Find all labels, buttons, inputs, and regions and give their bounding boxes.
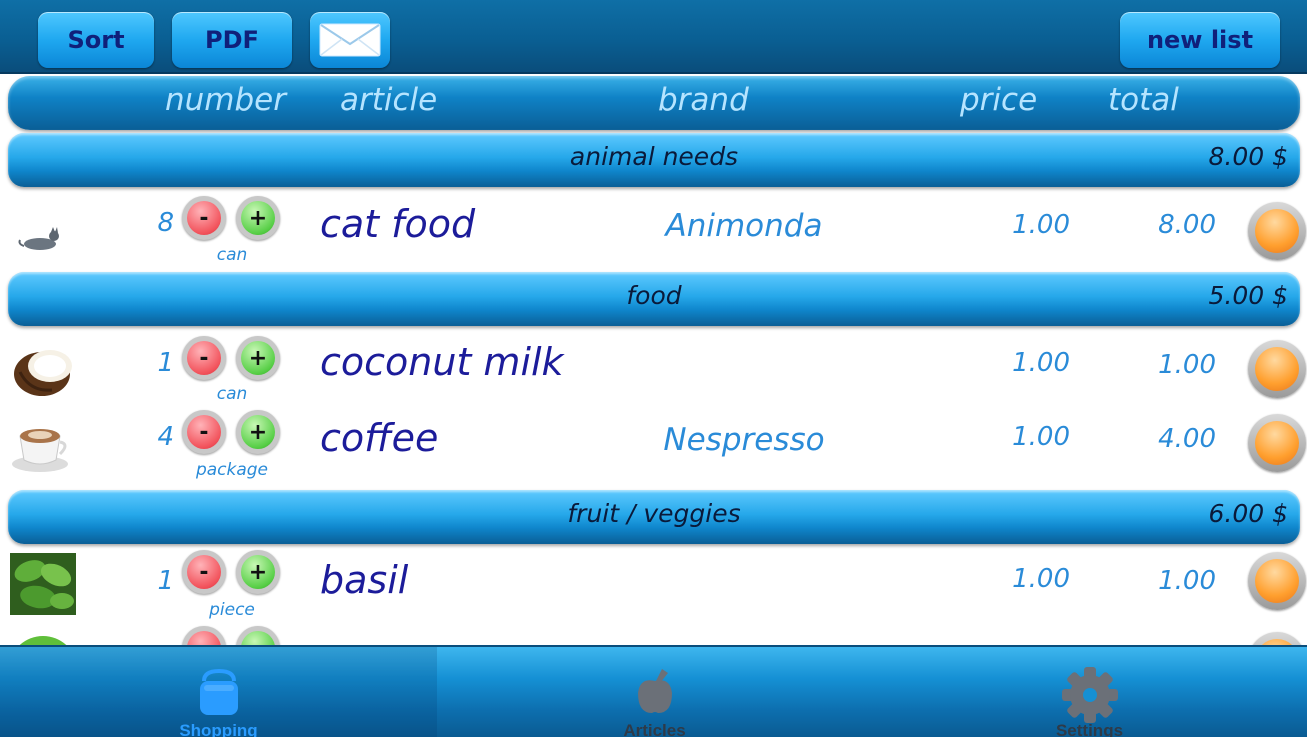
item-unit: package [195, 460, 269, 480]
tab-settings[interactable]: Settings [872, 647, 1307, 737]
item-price: 1.00 [1012, 348, 1070, 378]
tab-label: Articles [623, 721, 686, 737]
minus-icon: - [187, 201, 221, 235]
category-total: 6.00 $ [1208, 499, 1288, 528]
check-off-button[interactable] [1248, 632, 1306, 645]
plus-icon: + [241, 201, 275, 235]
item-total: 1.00 [1158, 566, 1216, 596]
category-header[interactable]: animal needs 8.00 $ [8, 133, 1300, 187]
list-item[interactable]: 1 - + piece basil 1.00 1.00 [0, 548, 1307, 626]
new-list-button[interactable]: new list [1120, 12, 1280, 68]
column-header: number article brand price total [8, 76, 1300, 130]
tab-label: Settings [1055, 721, 1124, 737]
item-article: cat food [320, 202, 476, 246]
plus-icon: + [241, 555, 275, 589]
minus-icon: - [187, 555, 221, 589]
item-article: basil [320, 558, 409, 602]
tab-label: Shopping [179, 721, 258, 737]
item-brand: Animonda [665, 208, 823, 244]
category-name: animal needs [569, 142, 739, 171]
shopping-bag-icon [199, 668, 238, 715]
item-total: 4.00 [1158, 424, 1216, 454]
item-price: 1.00 [1012, 422, 1070, 452]
cat-icon [18, 227, 59, 250]
category-header[interactable]: food 5.00 $ [8, 272, 1300, 326]
minus-icon: - [187, 341, 221, 375]
decrease-button[interactable]: - [182, 410, 226, 454]
tab-bar: Shopping Articles Settings [0, 645, 1307, 737]
list-item[interactable] [0, 624, 1307, 645]
increase-button[interactable]: + [236, 410, 280, 454]
increase-button[interactable]: + [236, 550, 280, 594]
column-total: total [1108, 82, 1179, 118]
item-article: coconut milk [320, 340, 564, 384]
item-unit: piece [209, 600, 255, 620]
decrease-button[interactable]: - [182, 550, 226, 594]
fruit-icon [10, 636, 76, 645]
list-item[interactable]: 8 - + can cat food Animonda 1.00 8.00 [0, 190, 1307, 268]
column-number: number [165, 82, 286, 118]
item-quantity: 1 [157, 348, 174, 378]
gear-icon [1061, 667, 1118, 723]
plus-icon: + [241, 341, 275, 375]
coffee-cup-icon [12, 429, 68, 472]
envelope-icon [319, 23, 381, 57]
item-unit: can [216, 245, 248, 265]
item-quantity: 1 [157, 566, 174, 596]
decrease-button[interactable]: - [182, 196, 226, 240]
item-brand: Nespresso [663, 422, 825, 458]
category-name: fruit / veggies [567, 499, 741, 528]
pdf-button[interactable]: PDF [172, 12, 292, 68]
tab-articles[interactable]: Articles [437, 647, 872, 737]
decrease-button[interactable]: - [182, 336, 226, 380]
minus-icon: - [187, 415, 221, 449]
top-toolbar: Sort PDF new list [0, 0, 1307, 74]
increase-button[interactable]: + [236, 336, 280, 380]
category-header[interactable]: fruit / veggies 6.00 $ [8, 490, 1300, 544]
column-price: price [960, 82, 1038, 118]
tab-shopping[interactable]: Shopping [0, 647, 437, 737]
email-button[interactable] [310, 12, 390, 68]
plus-icon: + [241, 415, 275, 449]
item-total: 8.00 [1158, 210, 1216, 240]
sort-button[interactable]: Sort [38, 12, 154, 68]
item-unit: can [216, 384, 248, 404]
increase-button[interactable]: + [236, 196, 280, 240]
coconut-icon [14, 350, 72, 396]
item-quantity: 8 [157, 208, 174, 238]
list-item[interactable]: 1 - + can coconut milk 1.00 1.00 [0, 330, 1307, 408]
check-off-button[interactable] [1248, 552, 1306, 610]
category-total: 8.00 $ [1208, 142, 1288, 171]
category-name: food [626, 281, 682, 310]
list-item[interactable]: 4 - + package coffee Nespresso 1.00 4.00 [0, 406, 1307, 484]
apple-icon [637, 669, 672, 713]
category-total: 5.00 $ [1208, 281, 1288, 310]
check-off-button[interactable] [1248, 202, 1306, 260]
item-price: 1.00 [1012, 210, 1070, 240]
item-quantity: 4 [157, 422, 174, 452]
item-article: coffee [320, 416, 439, 460]
check-off-button[interactable] [1248, 414, 1306, 472]
decrease-button[interactable] [182, 626, 226, 645]
column-brand: brand [658, 82, 749, 118]
column-article: article [340, 82, 438, 118]
item-price: 1.00 [1012, 564, 1070, 594]
check-off-button[interactable] [1248, 340, 1306, 398]
basil-icon [10, 553, 76, 615]
item-total: 1.00 [1158, 350, 1216, 380]
increase-button[interactable] [236, 626, 280, 645]
